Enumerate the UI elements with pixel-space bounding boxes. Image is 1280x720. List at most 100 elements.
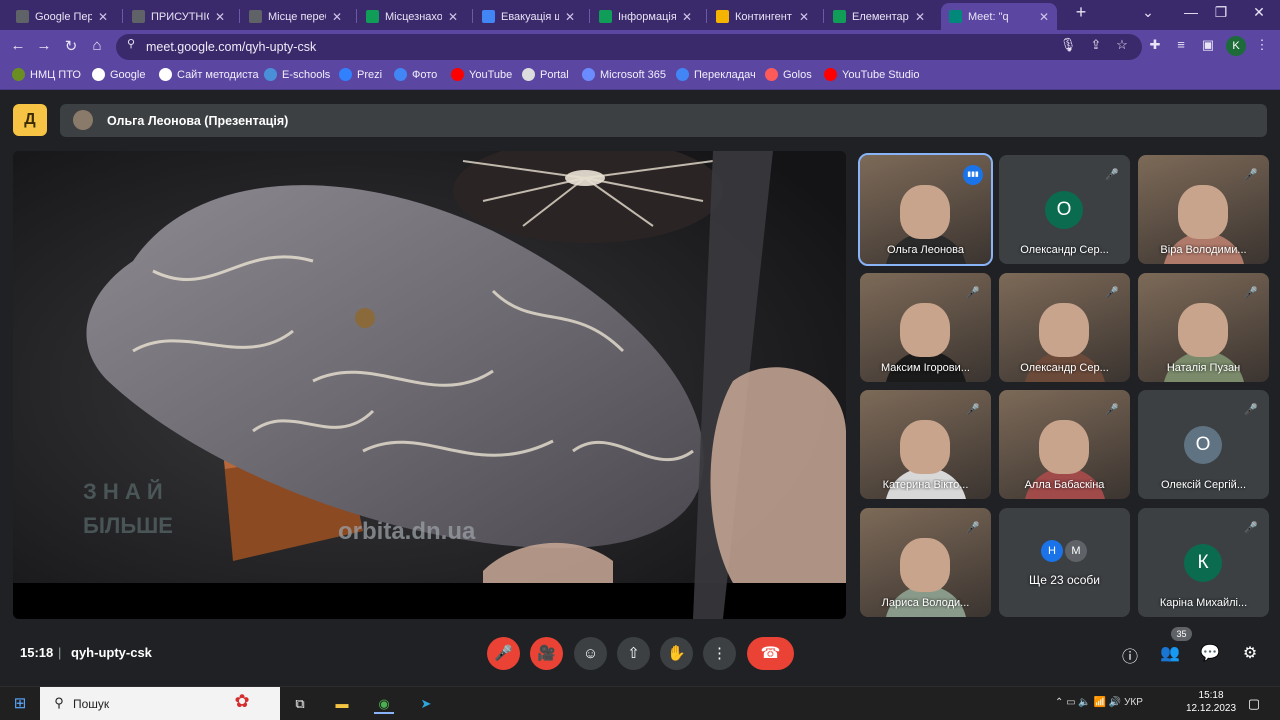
participant-tile[interactable]: 🎤 Наталія Пузан bbox=[1138, 273, 1269, 382]
bookmark-youtube-studio[interactable]: YouTube Studio bbox=[824, 68, 919, 81]
new-tab-button[interactable]: + bbox=[1066, 2, 1096, 23]
profile-avatar[interactable]: K bbox=[1226, 36, 1246, 56]
tab-close-icon[interactable]: ✕ bbox=[915, 10, 925, 24]
media-icon[interactable]: ≡ bbox=[1172, 37, 1190, 52]
home-icon[interactable]: ⌂ bbox=[87, 37, 107, 54]
video-frame: З Н А Й БІЛЬШЕ orbita.dn.ua bbox=[13, 151, 846, 619]
browser-tab[interactable]: Елементарн ✕ bbox=[825, 3, 933, 30]
browser-tab[interactable]: Місце переб ✕ bbox=[241, 3, 350, 30]
back-icon[interactable]: ← bbox=[8, 37, 28, 54]
browser-tab[interactable]: Інформація ✕ bbox=[591, 3, 700, 30]
bookmark-eschools[interactable]: E-schools bbox=[264, 68, 330, 81]
site-info-icon[interactable]: ⚲ bbox=[122, 37, 140, 50]
browser-tab[interactable]: ПРИСУТНІСТ ✕ bbox=[124, 3, 233, 30]
hand bbox=[710, 367, 846, 583]
participant-face bbox=[1178, 185, 1228, 239]
tab-search-icon[interactable]: ⌄ bbox=[1133, 4, 1163, 21]
participant-tile[interactable]: 🎤 Олександр Сер... bbox=[999, 273, 1130, 382]
tab-close-icon[interactable]: ✕ bbox=[799, 10, 809, 24]
present-button[interactable]: ⇧ bbox=[617, 637, 650, 670]
forward-icon[interactable]: → bbox=[34, 37, 54, 54]
meeting-code: qyh-upty-csk bbox=[71, 645, 152, 660]
tab-close-icon[interactable]: ✕ bbox=[332, 10, 342, 24]
minimize-icon[interactable]: — bbox=[1176, 4, 1206, 20]
participant-tile[interactable]: 🎤 Лариса Володи... bbox=[860, 508, 991, 617]
bookmark-golos[interactable]: Golos bbox=[765, 68, 812, 81]
system-tray[interactable]: ⌃ ▭ 🔈 📶 🔊 УКР bbox=[1055, 697, 1143, 708]
bookmark-site[interactable]: Сайт методиста bbox=[159, 68, 259, 81]
tab-close-icon[interactable]: ✕ bbox=[1039, 10, 1049, 24]
participant-tile[interactable]: О 🎤 Олександр Сер... bbox=[999, 155, 1130, 264]
reactions-button[interactable]: ☺ bbox=[574, 637, 607, 670]
bookmark-globe[interactable]: Portal bbox=[522, 68, 569, 81]
bookmark-google[interactable]: Google bbox=[92, 68, 145, 81]
time-separator: | bbox=[58, 645, 62, 660]
people-icon[interactable]: 👥 bbox=[1159, 643, 1181, 663]
browser-tab[interactable]: Meet: "q ✕ bbox=[941, 3, 1057, 30]
participant-tile[interactable]: 🎤 Алла Бабаскіна bbox=[999, 390, 1130, 499]
bookmark-label: Сайт методиста bbox=[177, 68, 259, 81]
telegram-icon[interactable]: ➤ bbox=[416, 694, 436, 714]
bookmark-photos[interactable]: Фото bbox=[394, 68, 437, 81]
notifications-icon[interactable]: ▢ bbox=[1244, 694, 1264, 714]
participant-name: Ольга Леонова bbox=[886, 244, 964, 256]
participant-tile[interactable]: 🎤 Катерина Вікто... bbox=[860, 390, 991, 499]
menu-icon[interactable]: ⋮ bbox=[1253, 37, 1271, 53]
participant-name: Лариса Володи... bbox=[881, 597, 970, 609]
maximize-icon[interactable]: ❐ bbox=[1206, 4, 1236, 21]
tab-close-icon[interactable]: ✕ bbox=[565, 10, 575, 24]
mic-off-button[interactable]: 🎤 bbox=[487, 637, 520, 670]
extensions-icon[interactable]: ✚ bbox=[1146, 37, 1164, 53]
bookmark-star-icon[interactable]: ☆ bbox=[1113, 37, 1131, 53]
file-explorer-icon[interactable]: ▬ bbox=[332, 694, 352, 714]
muted-mic-icon: 🎤 bbox=[1105, 287, 1119, 299]
muted-mic-icon: 🎤 bbox=[1244, 404, 1258, 416]
chat-icon[interactable]: 💬 bbox=[1199, 643, 1221, 663]
tab-close-icon[interactable]: ✕ bbox=[98, 10, 108, 24]
globe-icon bbox=[522, 68, 535, 81]
side-panel-icon[interactable]: ▣ bbox=[1199, 37, 1217, 53]
tab-close-icon[interactable]: ✕ bbox=[215, 10, 225, 24]
participant-tile[interactable]: О 🎤 Олексій Сергій... bbox=[1138, 390, 1269, 499]
muted-mic-icon: 🎤 bbox=[1105, 169, 1119, 181]
tab-close-icon[interactable]: ✕ bbox=[682, 10, 692, 24]
browser-tab[interactable]: Контингент ✕ bbox=[708, 3, 817, 30]
chrome-taskbar-icon[interactable]: ◉ bbox=[374, 694, 394, 714]
bookmark-microsoft365[interactable]: Microsoft 365 bbox=[582, 68, 666, 81]
tab-title: Елементарн bbox=[852, 10, 909, 23]
microphone-icon[interactable]: 🎙 bbox=[1059, 37, 1077, 53]
participant-avatar: Н bbox=[1041, 540, 1063, 562]
task-view-icon[interactable]: ⧉ bbox=[290, 694, 310, 714]
browser-tab[interactable]: Евакуація що ✕ bbox=[474, 3, 583, 30]
more-options-button[interactable]: ⋮ bbox=[703, 637, 736, 670]
muted-mic-icon: 🎤 bbox=[1244, 287, 1258, 299]
participant-tile[interactable]: ▮▮▮ Ольга Леонова bbox=[858, 153, 993, 266]
participant-tile[interactable]: К 🎤 Каріна Михайлі... bbox=[1138, 508, 1269, 617]
activities-icon[interactable]: ⚙ bbox=[1239, 643, 1261, 663]
participant-tile[interactable]: 🎤 Віра Володими... bbox=[1138, 155, 1269, 264]
language-indicator[interactable]: УКР bbox=[1124, 697, 1143, 708]
close-window-icon[interactable]: ✕ bbox=[1244, 4, 1274, 21]
bookmark-translate[interactable]: Перекладач bbox=[676, 68, 756, 81]
participant-tile[interactable]: 🎤 Максим Ігорови... bbox=[860, 273, 991, 382]
bookmark-prezi[interactable]: Prezi bbox=[339, 68, 382, 81]
browser-tab[interactable]: Місцезнаход ✕ bbox=[358, 3, 466, 30]
camera-off-button[interactable]: 🎥 bbox=[530, 637, 563, 670]
more-participants-tile[interactable]: Н М Ще 23 особи bbox=[999, 508, 1130, 617]
leave-call-button[interactable]: ☎ bbox=[747, 637, 794, 670]
tab-close-icon[interactable]: ✕ bbox=[448, 10, 458, 24]
url-text[interactable]: meet.google.com/qyh-upty-csk bbox=[146, 40, 316, 54]
bookmark-youtube[interactable]: YouTube bbox=[451, 68, 512, 81]
search-placeholder: Пошук bbox=[73, 697, 110, 711]
participant-name: Наталія Пузан bbox=[1166, 362, 1241, 374]
meeting-info-icon[interactable]: ⓘ bbox=[1119, 643, 1141, 667]
bookmark-nmc[interactable]: НМЦ ПТО bbox=[12, 68, 81, 81]
presentation-video[interactable]: З Н А Й БІЛЬШЕ orbita.dn.ua bbox=[13, 151, 846, 619]
windows-start-icon[interactable]: ⊞ bbox=[10, 694, 30, 714]
raise-hand-button[interactable]: ✋ bbox=[660, 637, 693, 670]
browser-tab[interactable]: Google Пере ✕ bbox=[8, 3, 116, 30]
reload-icon[interactable]: ↻ bbox=[61, 37, 81, 55]
tab-separator bbox=[706, 9, 707, 23]
taskbar-clock[interactable]: 15:18 12.12.2023 bbox=[1186, 689, 1236, 715]
share-icon[interactable]: ⇪ bbox=[1087, 37, 1105, 53]
